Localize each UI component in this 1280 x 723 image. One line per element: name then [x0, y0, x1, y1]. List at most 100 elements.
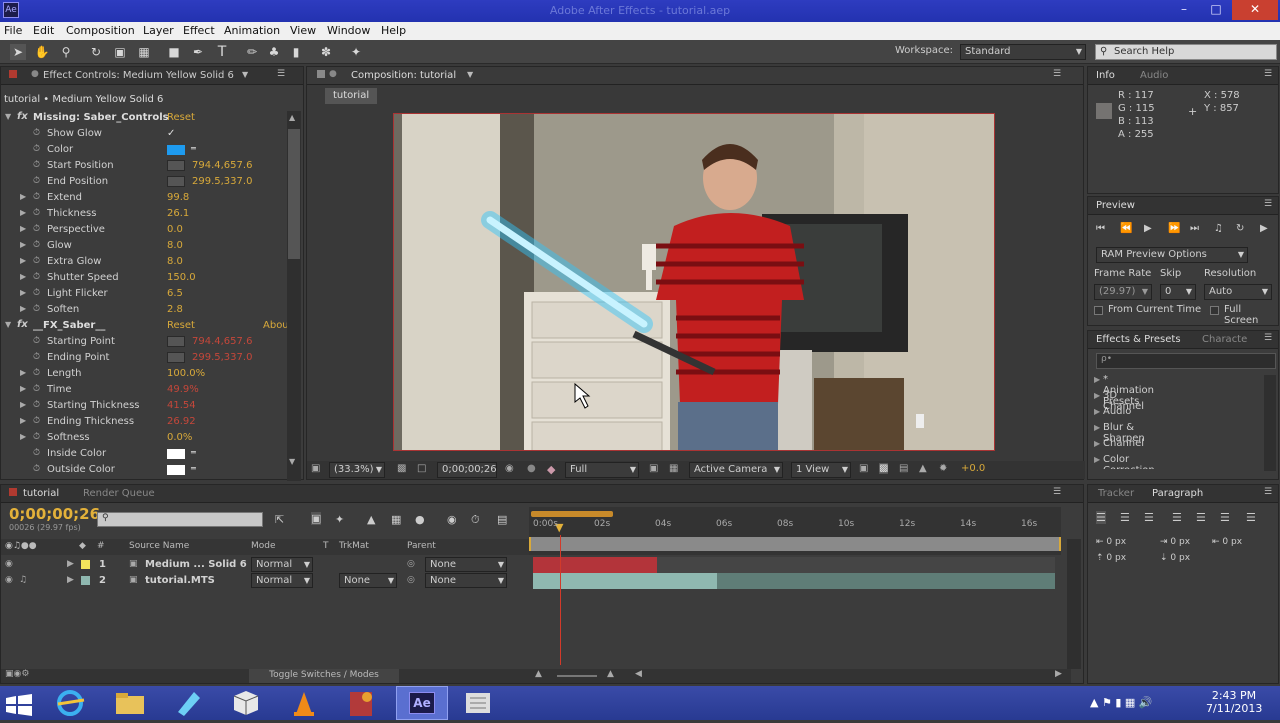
after-effects-taskbar-icon[interactable]: Ae	[396, 686, 448, 720]
stopwatch-icon[interactable]: ⏱	[33, 416, 40, 426]
menu-help[interactable]: Help	[381, 24, 406, 37]
property-value[interactable]: 8.0	[167, 256, 183, 267]
view-layout-dropdown[interactable]: 1 View ▼	[791, 462, 851, 478]
point-target-icon[interactable]	[167, 336, 185, 347]
menu-view[interactable]: View	[290, 24, 316, 37]
safe-zones-icon[interactable]: ▩	[397, 463, 406, 474]
last-frame-icon[interactable]: ⏭	[1190, 223, 1199, 234]
stopwatch-icon[interactable]: ⏱	[33, 336, 40, 346]
expand-triangle-icon[interactable]: ▶	[20, 240, 26, 249]
indent-right-field[interactable]: ⇥ 0 px	[1160, 537, 1190, 547]
effect-property-row[interactable]: ▶ ⏱ Extend 99.8	[1, 190, 287, 206]
tab-audio[interactable]: Audio	[1140, 70, 1168, 81]
pen-tool-icon[interactable]: ✒	[190, 44, 206, 60]
tab-timeline-tutorial[interactable]: tutorial	[23, 488, 59, 499]
effect-header[interactable]: ▼ fx __FX_Saber__ Reset Abou	[1, 318, 287, 334]
tray-icons[interactable]: ▲ ⚑ ▮ ▦ 🔊	[1090, 696, 1152, 709]
effect-property-row[interactable]: ▶ ⏱ Extra Glow 8.0	[1, 254, 287, 270]
parent-dropdown[interactable]: None ▼	[425, 573, 507, 588]
stopwatch-icon[interactable]: ⏱	[33, 288, 40, 298]
fx-toggle-icon[interactable]: fx	[17, 319, 28, 330]
effect-property-row[interactable]: ⏱ Ending Point 299.5,337.0	[1, 350, 287, 366]
collapse-triangle-icon[interactable]: ▼	[5, 112, 11, 121]
expand-triangle-icon[interactable]: ▶	[20, 256, 26, 265]
scroll-down-icon[interactable]: ▼	[289, 457, 295, 466]
composition-viewer[interactable]	[393, 113, 995, 451]
draft-3d-icon[interactable]: ✦	[335, 513, 344, 526]
layer-row[interactable]: ◉ ♫ ▶ ▣ ◎ 2 tutorial.MTS Normal ▼ None ▼ None ▼	[1, 573, 529, 589]
point-target-icon[interactable]	[167, 160, 185, 171]
align-center-icon[interactable]: ☰	[1120, 511, 1130, 524]
graph-editor-icon[interactable]: ▤	[497, 513, 507, 526]
layer-label-color[interactable]	[81, 576, 90, 585]
effect-property-row[interactable]: ⏱ Show Glow ✓	[1, 126, 287, 142]
brush-tool-icon[interactable]: ✏	[244, 44, 260, 60]
skip-dropdown[interactable]: 0 ▼	[1160, 284, 1196, 300]
layer-name[interactable]: Medium ... Solid 6	[145, 559, 247, 570]
effect-header[interactable]: ▼ fx Missing: Saber_Controls Reset	[1, 110, 287, 126]
property-value[interactable]: 794.4,657.6	[192, 336, 252, 347]
tab-character[interactable]: Characte	[1202, 334, 1247, 345]
first-line-indent-field[interactable]: ⇤ 0 px	[1212, 537, 1242, 547]
always-preview-icon[interactable]: ▣	[311, 463, 320, 474]
internet-explorer-icon[interactable]	[48, 686, 92, 720]
exposure-value[interactable]: +0.0	[961, 463, 985, 474]
scroll-left-icon[interactable]: ◀	[635, 669, 642, 679]
effect-property-row[interactable]: ⏱ Start Position 794.4,657.6	[1, 158, 287, 174]
stopwatch-icon[interactable]: ⏱	[33, 400, 40, 410]
type-tool-icon[interactable]: T	[214, 44, 230, 60]
property-value[interactable]: 41.54	[167, 400, 196, 411]
expand-triangle-icon[interactable]: ▶	[20, 224, 26, 233]
video-toggle-icon[interactable]: ◉	[5, 559, 13, 569]
expand-triangle-icon[interactable]: ▶	[67, 575, 74, 585]
workspace-dropdown[interactable]: Standard ▼	[960, 44, 1086, 60]
scrollbar[interactable]: ▲ ▼	[287, 111, 301, 481]
region-of-interest-icon[interactable]: ▣	[649, 463, 658, 474]
lock-icon[interactable]: ●	[329, 69, 337, 79]
media-app-icon[interactable]	[340, 686, 384, 720]
expand-triangle-icon[interactable]: ▶	[67, 559, 74, 569]
panel-menu-icon[interactable]: ☰	[1264, 333, 1272, 343]
justify-last-right-icon[interactable]: ☰	[1220, 511, 1230, 524]
parent-pickwhip-icon[interactable]: ◎	[407, 559, 415, 569]
resolution-preview-dropdown[interactable]: Auto ▼	[1204, 284, 1272, 300]
tab-close-icon[interactable]	[9, 70, 17, 78]
property-value[interactable]: 26.92	[167, 416, 196, 427]
menu-effect[interactable]: Effect	[183, 24, 215, 37]
clock[interactable]: 2:43 PM 7/11/2013	[1206, 689, 1262, 715]
previous-frame-icon[interactable]: ⏪	[1120, 223, 1132, 234]
camera-tool-icon[interactable]: ▣	[112, 44, 128, 60]
maximize-button[interactable]: □	[1200, 0, 1232, 20]
property-value[interactable]: 0.0%	[167, 432, 192, 443]
scroll-up-icon[interactable]: ▲	[289, 113, 295, 122]
menu-edit[interactable]: Edit	[33, 24, 54, 37]
expand-triangle-icon[interactable]: ▶	[1094, 455, 1100, 464]
stopwatch-icon[interactable]: ⏱	[33, 352, 40, 362]
expand-triangle-icon[interactable]: ▶	[20, 384, 26, 393]
stopwatch-icon[interactable]: ⏱	[33, 304, 40, 314]
color-swatch[interactable]	[167, 465, 185, 475]
timeline-current-time[interactable]: 0;00;00;26	[9, 505, 100, 523]
loop-icon[interactable]: ↻	[1236, 223, 1244, 234]
effect-property-row[interactable]: ⏱ End Position 299.5,337.0	[1, 174, 287, 190]
stopwatch-icon[interactable]: ⏱	[33, 192, 40, 202]
chevron-down-icon[interactable]: ▼	[467, 70, 473, 79]
frame-rate-dropdown[interactable]: (29.97) ▼	[1094, 284, 1152, 300]
panel-menu-icon[interactable]: ☰	[1264, 69, 1272, 79]
panel-menu-icon[interactable]: ☰	[1264, 199, 1272, 209]
stopwatch-icon[interactable]: ⏱	[33, 448, 40, 458]
property-value[interactable]: 0.0	[167, 224, 183, 235]
reset-link[interactable]: Reset	[167, 320, 195, 331]
expand-panes-icon[interactable]: ▣◉⚙	[5, 669, 29, 679]
property-value[interactable]: 794.4,657.6	[192, 160, 252, 171]
timeline-scrollbar[interactable]	[1067, 539, 1081, 669]
current-time-indicator[interactable]	[560, 535, 561, 665]
eyedropper-icon[interactable]: ═	[191, 449, 207, 459]
stopwatch-icon[interactable]: ⏱	[33, 176, 40, 186]
expand-triangle-icon[interactable]: ▶	[20, 304, 26, 313]
effect-property-row[interactable]: ▶ ⏱ Glow 8.0	[1, 238, 287, 254]
panel-menu-icon[interactable]: ☰	[277, 69, 285, 79]
tab-paragraph[interactable]: Paragraph	[1152, 488, 1203, 499]
tab-close-icon[interactable]	[317, 70, 325, 78]
full-screen-checkbox[interactable]	[1210, 306, 1219, 315]
